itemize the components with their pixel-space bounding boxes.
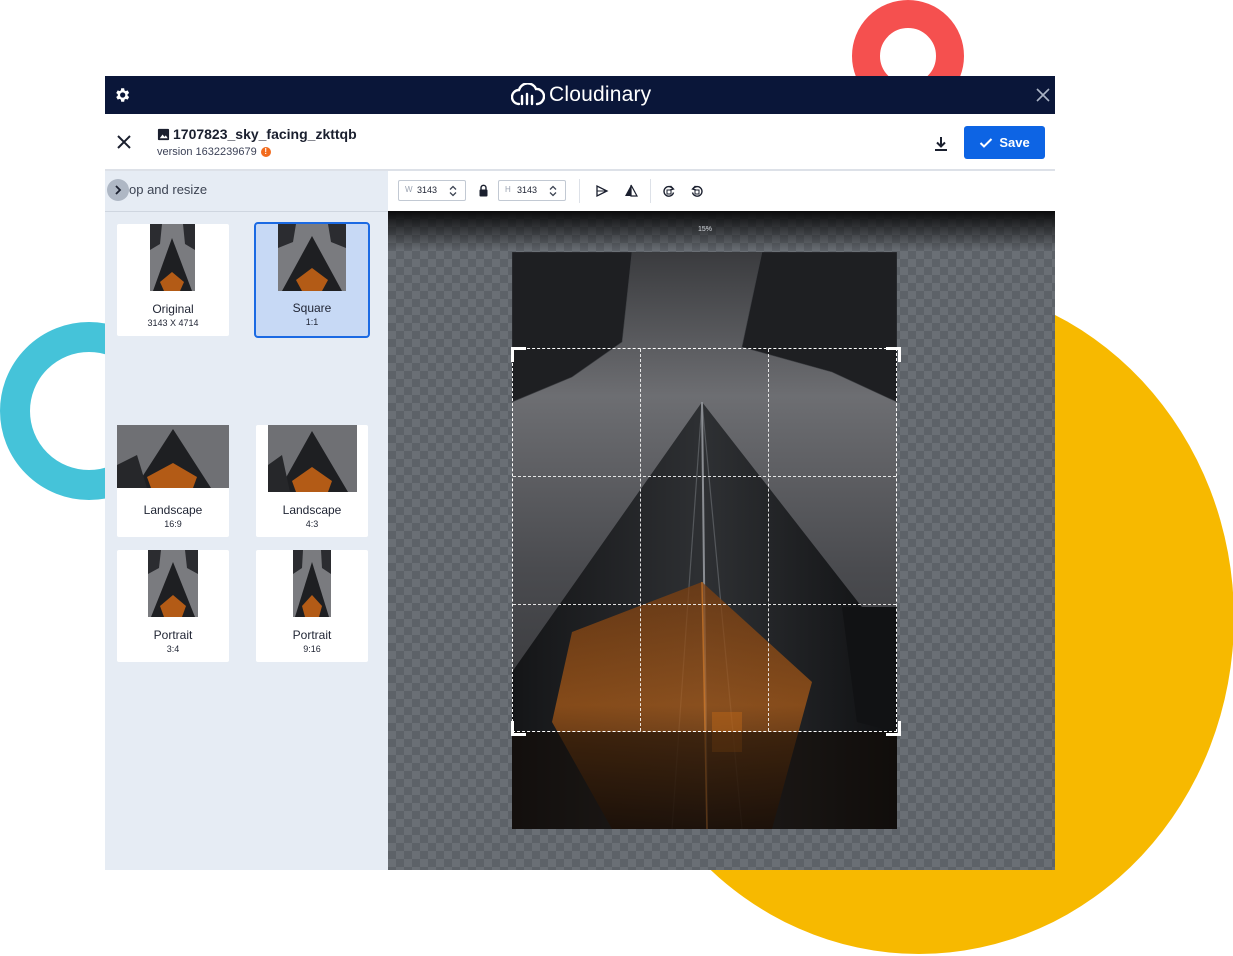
- warning-badge[interactable]: !: [260, 147, 271, 157]
- preset-thumbnail: [293, 550, 331, 617]
- crop-area[interactable]: [512, 348, 897, 732]
- crop-handle-top-right[interactable]: [886, 347, 901, 362]
- image-canvas[interactable]: 15%: [388, 211, 1055, 870]
- preset-thumbnail: [150, 224, 195, 291]
- width-input[interactable]: W 3143: [398, 180, 466, 201]
- crop-grid-line: [640, 349, 641, 731]
- stepper-icon[interactable]: [449, 185, 457, 197]
- sidebar: op and resize Original 3143 X 4714 Squar…: [105, 171, 388, 870]
- preset-dimensions: 1:1: [305, 317, 319, 327]
- rotate-right-icon[interactable]: [662, 184, 676, 198]
- crop-handle-bottom-right[interactable]: [886, 721, 901, 736]
- preset-thumbnail: [268, 425, 357, 492]
- save-button[interactable]: Save: [964, 126, 1045, 159]
- brand-logo: Cloudinary: [511, 80, 651, 110]
- editor-header: 1707823_sky_facing_zkttqb version 163223…: [105, 114, 1055, 170]
- cloud-logo-icon: [511, 83, 545, 106]
- crop-grid-line: [768, 349, 769, 731]
- sidebar-toggle-button[interactable]: [107, 179, 129, 201]
- preset-dimensions: 16:9: [164, 519, 182, 529]
- crop-grid-line: [513, 604, 896, 605]
- flip-vertical-icon[interactable]: [624, 184, 638, 198]
- chevron-right-icon: [115, 185, 122, 195]
- editor-window: Cloudinary 1707823_sky_facing_zkttqb ver…: [105, 76, 1055, 870]
- sidebar-title: op and resize: [129, 182, 208, 197]
- close-icon[interactable]: [115, 133, 133, 151]
- save-label: Save: [999, 135, 1030, 150]
- preset-name: Portrait: [153, 628, 193, 642]
- preset-landscape-4-3[interactable]: Landscape 4:3: [256, 425, 368, 537]
- flip-horizontal-icon[interactable]: [595, 184, 609, 198]
- crop-handle-top-left[interactable]: [511, 347, 526, 362]
- lock-icon[interactable]: [478, 184, 489, 197]
- preset-name: Landscape: [143, 503, 203, 517]
- zoom-level: 15%: [697, 226, 712, 233]
- sidebar-header: op and resize: [105, 171, 388, 212]
- preset-portrait-3-4[interactable]: Portrait 3:4: [117, 550, 229, 662]
- brand-name: Cloudinary: [549, 83, 652, 106]
- check-icon: [980, 137, 993, 148]
- height-label: H: [505, 185, 511, 194]
- top-bar: Cloudinary: [105, 76, 1055, 114]
- preset-thumbnail: [148, 550, 198, 617]
- preset-square[interactable]: Square 1:1: [254, 222, 370, 338]
- file-name: 1707823_sky_facing_zkttqb: [173, 126, 357, 142]
- preset-portrait-9-16[interactable]: Portrait 9:16: [256, 550, 368, 662]
- toolbar-separator: [650, 179, 651, 203]
- stepper-icon[interactable]: [549, 185, 557, 197]
- height-input[interactable]: H 3143: [498, 180, 566, 201]
- version-text: version 1632239679: [157, 146, 257, 158]
- crop-handle-bottom-left[interactable]: [511, 721, 526, 736]
- preset-thumbnail: [278, 224, 346, 291]
- gear-icon[interactable]: [113, 86, 131, 104]
- file-title: 1707823_sky_facing_zkttqb: [157, 126, 357, 142]
- preset-dimensions: 9:16: [303, 644, 321, 654]
- preset-name: Portrait: [292, 628, 332, 642]
- image-icon: [157, 128, 170, 140]
- crop-grid-line: [513, 476, 896, 477]
- toolbar-separator: [579, 179, 580, 203]
- crop-toolbar: W 3143 H 3143: [388, 171, 1055, 212]
- preset-name: Square: [292, 301, 332, 315]
- width-value: 3143: [417, 185, 438, 195]
- preset-landscape-16-9[interactable]: Landscape 16:9: [117, 425, 229, 537]
- preset-original[interactable]: Original 3143 X 4714: [117, 224, 229, 336]
- preset-dimensions: 4:3: [305, 519, 319, 529]
- height-value: 3143: [517, 185, 538, 195]
- width-label: W: [405, 185, 413, 194]
- close-window-icon[interactable]: [1035, 87, 1051, 103]
- download-icon[interactable]: [931, 134, 951, 154]
- preset-thumbnail: [117, 425, 229, 488]
- file-version: version 1632239679 !: [157, 146, 271, 158]
- preset-name: Original: [152, 302, 194, 316]
- rotate-left-icon[interactable]: [690, 184, 704, 198]
- preset-dimensions: 3:4: [166, 644, 180, 654]
- preset-dimensions: 3143 X 4714: [147, 318, 199, 328]
- preset-name: Landscape: [282, 503, 342, 517]
